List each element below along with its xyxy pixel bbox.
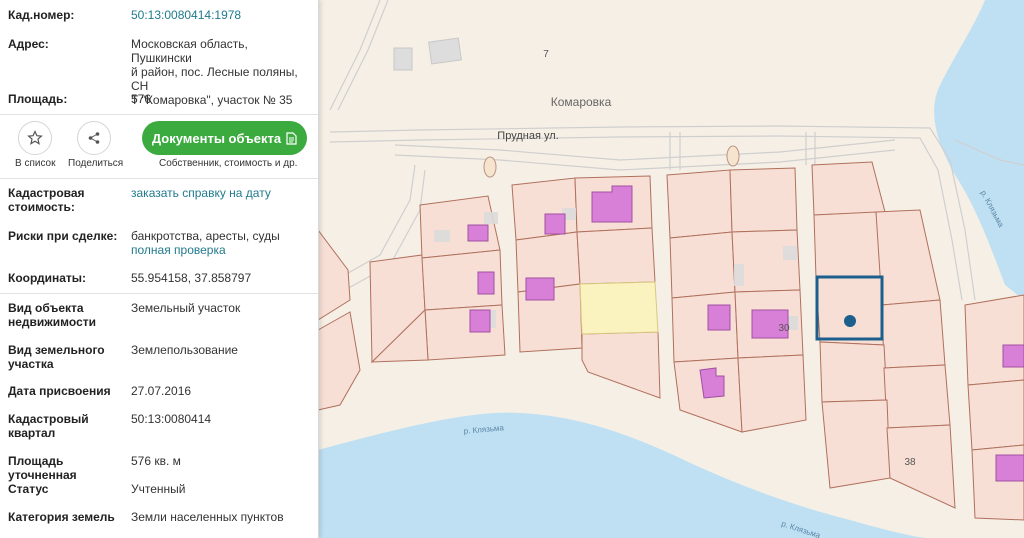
area-label: Площадь:	[8, 92, 68, 106]
assigned-date-label: Дата присвоения	[8, 384, 111, 398]
plot-number-label: 38	[904, 457, 916, 468]
address-label: Адрес:	[8, 37, 49, 51]
object-documents-subtitle: Собственник, стоимость и др.	[159, 158, 298, 169]
cadastral-number-value[interactable]: 50:13:0080414:1978	[131, 8, 309, 22]
land-type-value: Землепользование	[131, 343, 238, 357]
add-to-list-button[interactable]	[18, 121, 52, 155]
building-grey	[393, 47, 413, 71]
status-label: Статус	[8, 482, 49, 496]
coordinates-value[interactable]: 55.954158, 37.858797	[131, 271, 309, 285]
land-type-label-line: участка	[8, 357, 54, 371]
full-check-link[interactable]: полная проверка	[131, 243, 309, 257]
object-documents-label: Документы объекта	[151, 130, 282, 146]
star-icon	[27, 130, 43, 145]
land-category-label: Категория земель	[8, 510, 115, 524]
coordinates-label: Координаты:	[8, 271, 87, 285]
highlighted-parcel[interactable]	[579, 281, 659, 335]
building-grey	[428, 37, 462, 65]
add-to-list-label[interactable]: В список	[15, 158, 56, 169]
cadastral-number-label: Кад.номер:	[8, 8, 75, 22]
area-value: 576	[131, 92, 152, 106]
risks-value: банкротства, аресты, суды	[131, 229, 280, 243]
status-value: Учтенный	[131, 482, 186, 496]
object-type-label-line: Вид объекта	[8, 301, 84, 315]
land-category-value: Земли населенных пунктов	[131, 510, 284, 524]
document-icon	[286, 131, 297, 145]
object-info-panel: Кад.номер: 50:13:0080414:1978 Адрес: Мос…	[0, 0, 319, 538]
object-type-value: Земельный участок	[131, 301, 241, 315]
cadastral-quarter-value: 50:13:0080414	[131, 412, 212, 426]
cadastral-cost-label: Кадастровая стоимость:	[8, 186, 123, 214]
order-certificate-link[interactable]: заказать справку на дату	[131, 186, 309, 200]
land-type-label: Вид земельного участка	[8, 343, 123, 371]
place-label: Комаровка	[551, 95, 612, 109]
pond	[483, 156, 497, 178]
pond	[726, 145, 740, 167]
assigned-date-value: 27.07.2016	[131, 384, 192, 398]
selected-parcel-marker[interactable]	[844, 315, 856, 327]
cadastral-cost-label-line: Кадастровая	[8, 186, 85, 200]
cadastral-quarter-label-line: квартал	[8, 426, 56, 440]
street-label: Прудная ул.	[497, 130, 558, 142]
divider	[0, 178, 318, 179]
land-type-label-line: Вид земельного	[8, 343, 105, 357]
refined-area-value: 576 кв. м	[131, 454, 181, 468]
divider	[0, 293, 318, 294]
refined-area-label: Площадь уточненная	[8, 454, 77, 482]
object-type-label: Вид объекта недвижимости	[8, 301, 123, 329]
cadastral-cost-label-line: стоимость:	[8, 200, 75, 214]
divider	[0, 114, 318, 115]
object-documents-button[interactable]: Документы объекта	[142, 121, 307, 155]
address-line: й район, пос. Лесные поляны, СН	[131, 65, 298, 93]
share-button[interactable]	[77, 121, 111, 155]
cadastral-quarter-label-line: Кадастровый	[8, 412, 89, 426]
risks-label: Риски при сделке:	[8, 229, 118, 243]
plot-number-label: 30	[778, 323, 790, 334]
cadastral-quarter-label: Кадастровый квартал	[8, 412, 123, 440]
plot-number-label: 7	[543, 49, 549, 60]
share-icon	[88, 132, 100, 144]
address-line: Московская область, Пушкински	[131, 37, 248, 65]
share-label[interactable]: Поделиться	[68, 158, 123, 169]
object-type-label-line: недвижимости	[8, 315, 96, 329]
